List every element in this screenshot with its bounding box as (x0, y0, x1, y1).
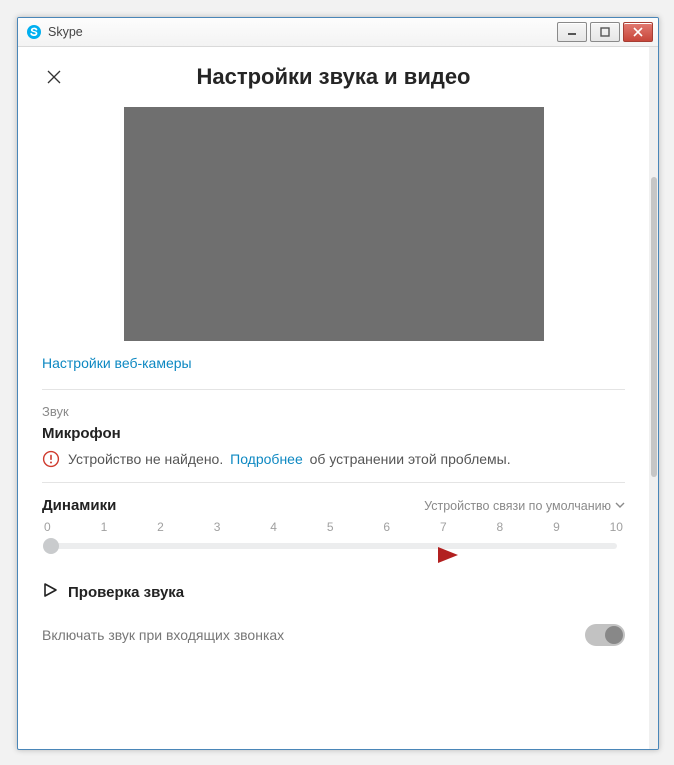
titlebar[interactable]: Skype (18, 18, 658, 47)
window-title: Skype (48, 25, 83, 39)
ring-toggle[interactable] (585, 624, 625, 646)
speakers-device-label: Устройство связи по умолчанию (424, 499, 611, 513)
microphone-alert: Устройство не найдено. Подробнее об устр… (42, 450, 625, 468)
play-icon (42, 582, 58, 602)
test-audio-label: Проверка звука (68, 584, 184, 601)
mic-not-found-text: Устройство не найдено. (68, 451, 223, 467)
speakers-heading: Динамики (42, 497, 116, 514)
minimize-button[interactable] (557, 22, 587, 42)
test-audio-button[interactable]: Проверка звука (42, 582, 625, 602)
alert-icon (42, 450, 60, 468)
chevron-down-icon (615, 499, 625, 513)
divider (42, 389, 625, 390)
scrollbar-thumb[interactable] (651, 177, 657, 477)
volume-slider[interactable]: 0 1 2 3 4 5 6 7 8 9 10 (42, 520, 625, 554)
learn-more-link[interactable]: Подробнее (230, 451, 303, 467)
microphone-heading: Микрофон (42, 425, 625, 442)
slider-ticks: 0 1 2 3 4 5 6 7 8 9 10 (42, 520, 625, 534)
audio-section-label: Звук (42, 404, 625, 419)
webcam-settings-link[interactable]: Настройки веб-камеры (42, 355, 192, 371)
maximize-button[interactable] (590, 22, 620, 42)
skype-icon (26, 24, 42, 40)
window-close-button[interactable] (623, 22, 653, 42)
video-preview (124, 107, 544, 341)
ring-toggle-label: Включать звук при входящих звонках (42, 627, 284, 643)
page-title: Настройки звука и видео (42, 64, 625, 90)
speakers-device-select[interactable]: Устройство связи по умолчанию (424, 499, 625, 513)
slider-thumb[interactable] (43, 538, 59, 554)
mic-not-found-suffix: об устранении этой проблемы. (310, 451, 511, 467)
scrollbar[interactable] (649, 47, 658, 749)
window-frame: Skype Настройки звука и (17, 17, 659, 750)
divider (42, 482, 625, 483)
